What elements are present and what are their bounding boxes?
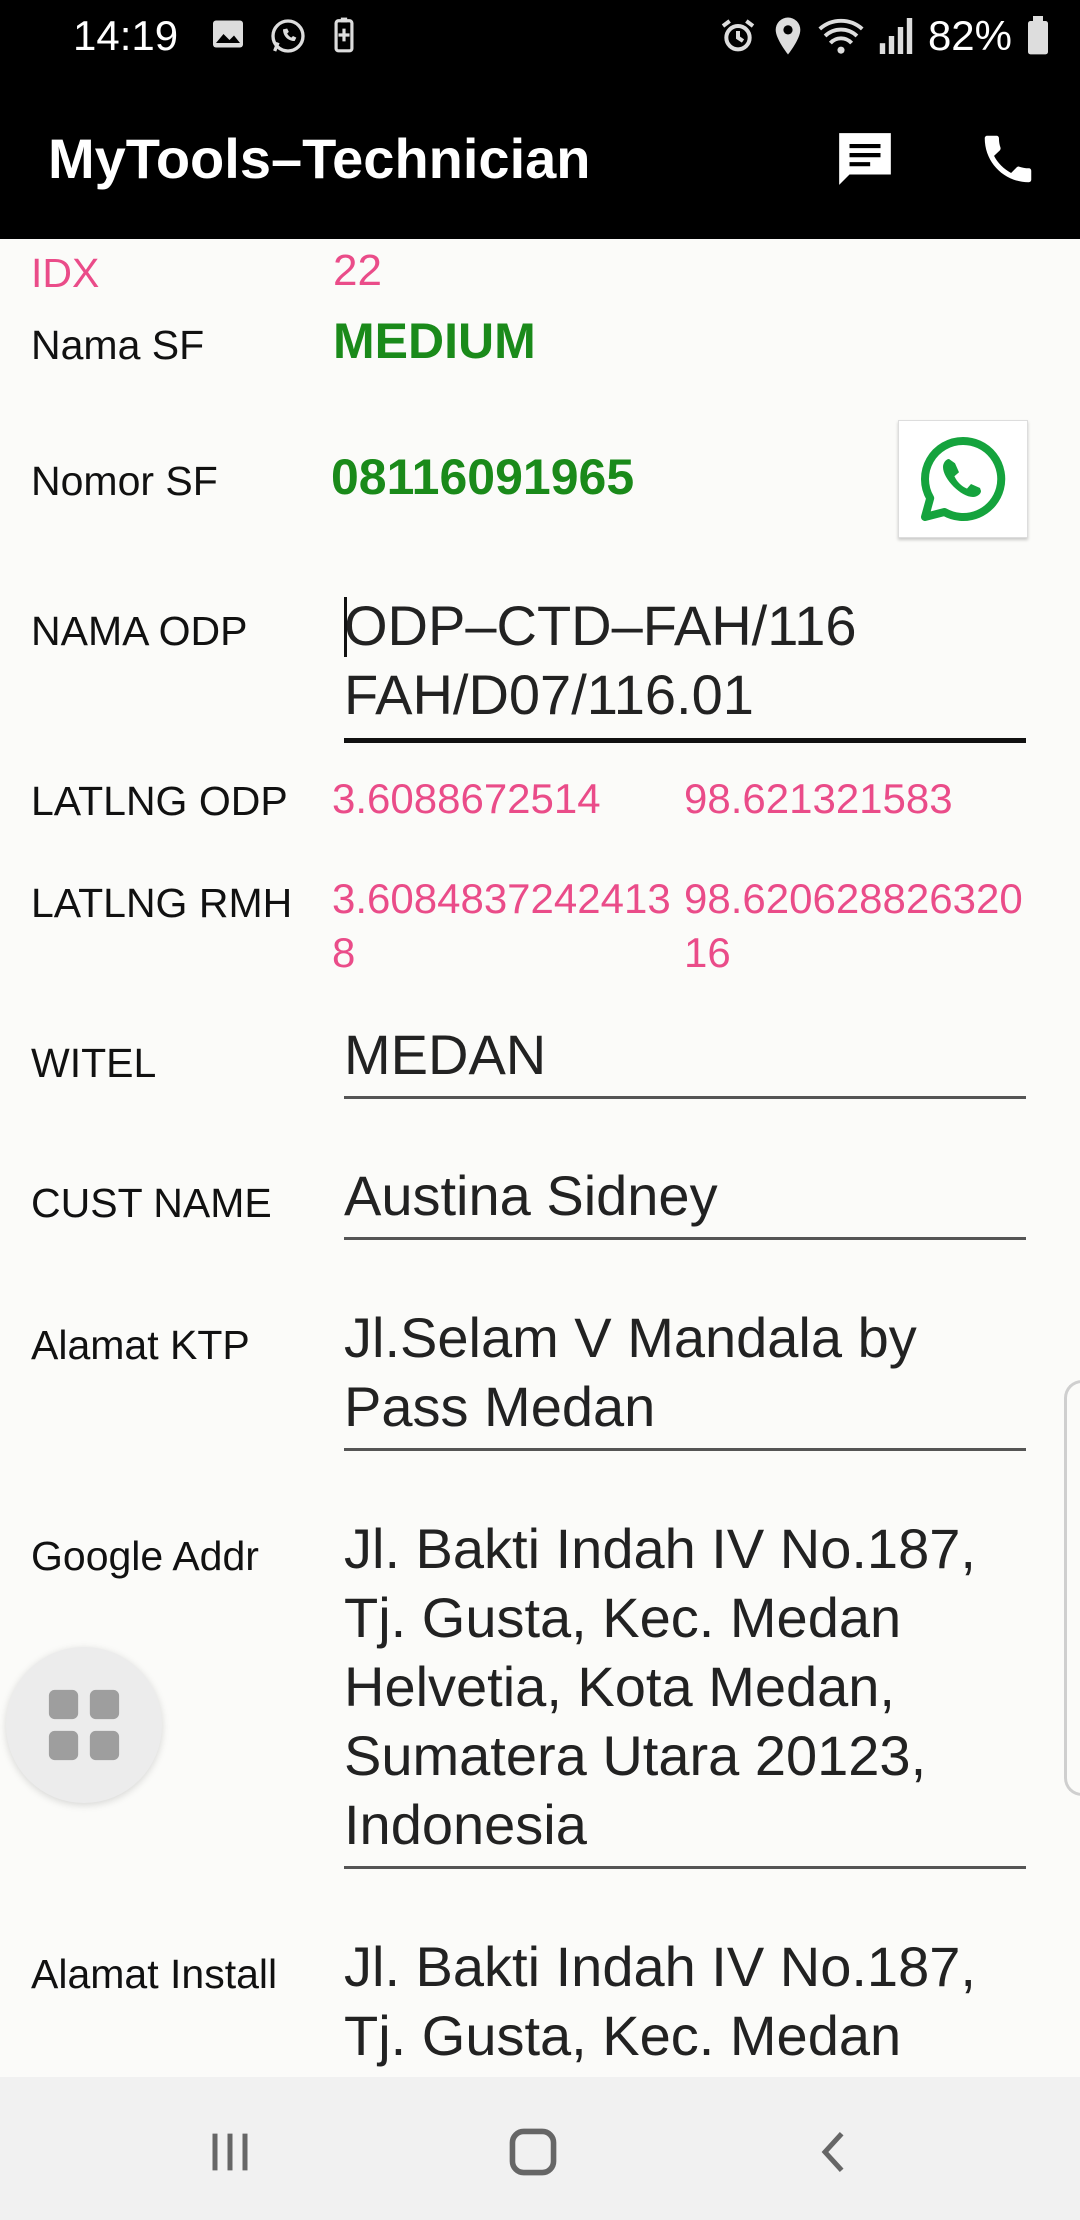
app-title: MyTools–Technician xyxy=(48,127,591,190)
back-icon xyxy=(821,2131,844,2173)
home-icon xyxy=(509,2128,557,2176)
google-addr-field[interactable]: Jl. Bakti Indah IV No.187, Tj. Gusta, Ke… xyxy=(344,1514,1026,1869)
edge-panel-handle[interactable] xyxy=(1064,1380,1080,1796)
message-icon xyxy=(839,133,891,185)
alamat-install-field[interactable]: Jl. Bakti Indah IV No.187, Tj. Gusta, Ke… xyxy=(344,1932,1026,2083)
google-addr-label: Google Addr xyxy=(31,1533,259,1579)
status-left-icons xyxy=(210,16,358,56)
nama-sf-value: MEDIUM xyxy=(333,313,536,369)
alamat-install-label: Alamat Install xyxy=(31,1951,278,1997)
phone-icon xyxy=(984,135,1032,183)
battery-percent: 82% xyxy=(927,12,1012,59)
wifi-icon xyxy=(818,18,864,54)
recent-apps-button[interactable] xyxy=(180,2117,280,2187)
nomor-sf-value[interactable]: 08116091965 xyxy=(331,448,634,506)
battery-icon xyxy=(1028,16,1048,55)
navigation-bar xyxy=(0,2077,1080,2220)
latlng-rmh-lng: 98.62062882632016 xyxy=(684,875,1023,976)
latlng-odp-lng: 98.621321583 xyxy=(684,775,953,822)
cust-name-label: CUST NAME xyxy=(31,1180,272,1226)
nomor-sf-label: Nomor SF xyxy=(31,458,218,504)
location-icon xyxy=(775,17,801,55)
home-button[interactable] xyxy=(483,2117,583,2187)
call-button[interactable] xyxy=(968,119,1048,199)
signal-icon xyxy=(879,18,913,54)
grid-icon xyxy=(48,1689,120,1761)
idx-value: 22 xyxy=(333,246,382,295)
latlng-odp-lat: 3.6088672514 xyxy=(332,775,601,822)
nama-odp-field[interactable]: ODP–CTD–FAH/116 FAH/D07/116.01 xyxy=(344,591,1026,743)
latlng-odp-label: LATLNG ODP xyxy=(31,778,288,824)
whatsapp-icon xyxy=(921,436,1006,521)
cust-name-field[interactable]: Austina Sidney xyxy=(344,1161,1026,1240)
floating-menu-button[interactable] xyxy=(6,1647,162,1803)
battery-saver-icon xyxy=(334,17,354,53)
image-icon xyxy=(213,20,243,48)
back-button[interactable] xyxy=(785,2117,885,2187)
message-button[interactable] xyxy=(825,119,905,199)
status-right-icons: 82% xyxy=(718,12,1050,60)
alarm-icon xyxy=(721,19,755,52)
latlng-rmh-lat: 3.60848372424138 xyxy=(332,875,671,976)
nama-sf-label: Nama SF xyxy=(31,322,205,368)
nama-odp-label: NAMA ODP xyxy=(31,608,248,654)
alamat-ktp-field[interactable]: Jl.Selam V Mandala by Pass Medan xyxy=(344,1303,1026,1451)
recent-apps-icon xyxy=(212,2133,248,2171)
alamat-ktp-label: Alamat KTP xyxy=(31,1322,250,1368)
witel-field[interactable]: MEDAN xyxy=(344,1020,1026,1099)
status-bar: 14:19 82% xyxy=(0,0,1080,74)
whatsapp-button[interactable] xyxy=(898,420,1028,538)
status-time: 14:19 xyxy=(73,12,179,59)
latlng-rmh-label: LATLNG RMH xyxy=(31,880,293,926)
idx-label: IDX xyxy=(31,250,100,296)
app-bar: MyTools–Technician xyxy=(0,74,1080,239)
witel-label: WITEL xyxy=(31,1040,157,1086)
whatsapp-icon xyxy=(271,19,305,53)
